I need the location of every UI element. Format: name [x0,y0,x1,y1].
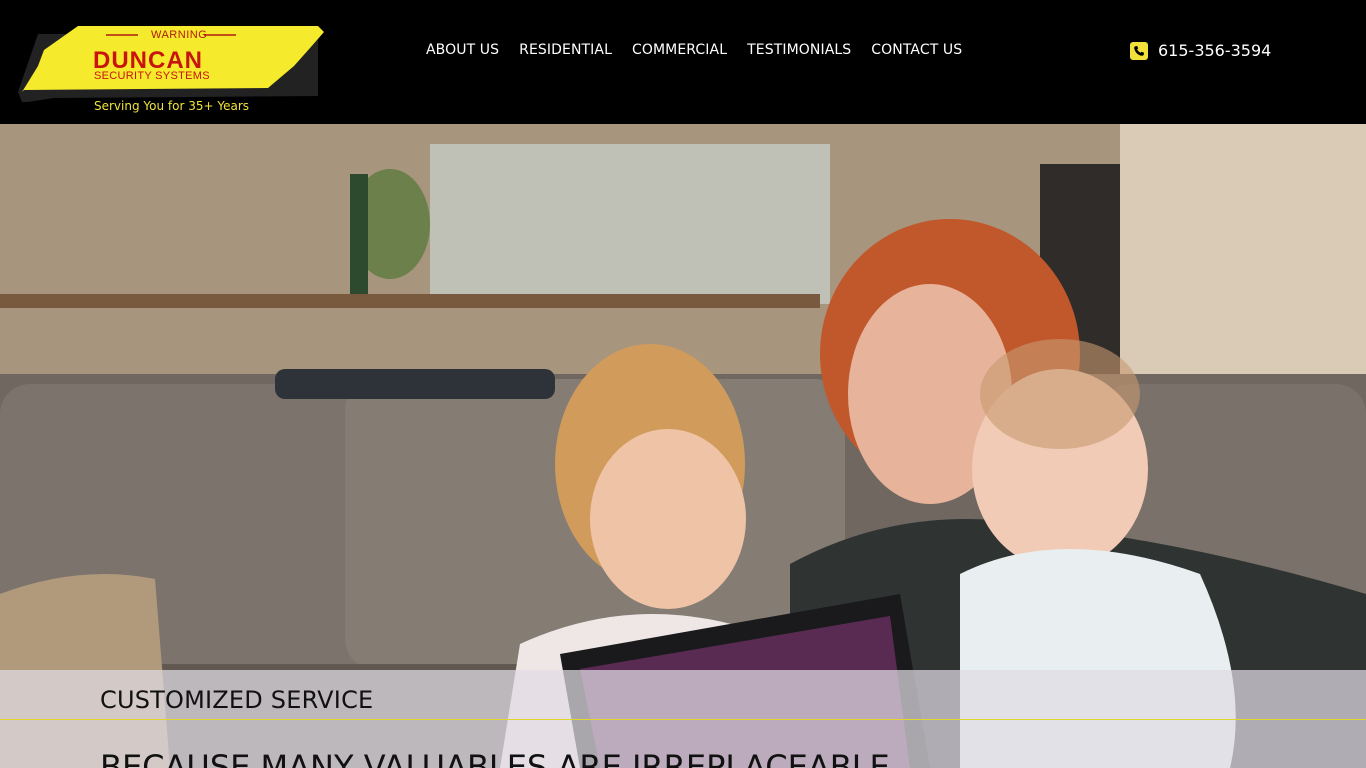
main-nav: ABOUT US RESIDENTIAL COMMERCIAL TESTIMON… [426,42,962,58]
nav-about-us[interactable]: ABOUT US [426,42,499,58]
phone-icon [1130,41,1148,60]
phone-number: 615-356-3594 [1158,41,1272,60]
nav-contact-us[interactable]: CONTACT US [871,42,962,58]
phone-link[interactable]: 615-356-3594 [1130,41,1271,60]
nav-residential[interactable]: RESIDENTIAL [519,42,612,58]
duncan-logo[interactable]: WARNING DUNCAN SECURITY SYSTEMS [18,26,328,104]
hero-banner: CUSTOMIZED SERVICE BECAUSE MANY VALUABLE… [0,124,1366,768]
site-header: WARNING DUNCAN SECURITY SYSTEMS Serving … [0,0,1366,124]
logo-subtitle: SECURITY SYSTEMS [94,70,210,82]
caption-heading: BECAUSE MANY VALUABLES ARE IRREPLACEABLE [100,748,890,768]
hero-caption-band: CUSTOMIZED SERVICE BECAUSE MANY VALUABLE… [0,670,1366,768]
caption-title: CUSTOMIZED SERVICE [100,686,374,714]
caption-divider [0,719,1366,720]
nav-testimonials[interactable]: TESTIMONIALS [747,42,851,58]
logo-warning-text: WARNING [151,29,208,41]
nav-commercial[interactable]: COMMERCIAL [632,42,727,58]
tagline: Serving You for 35+ Years [94,99,250,113]
